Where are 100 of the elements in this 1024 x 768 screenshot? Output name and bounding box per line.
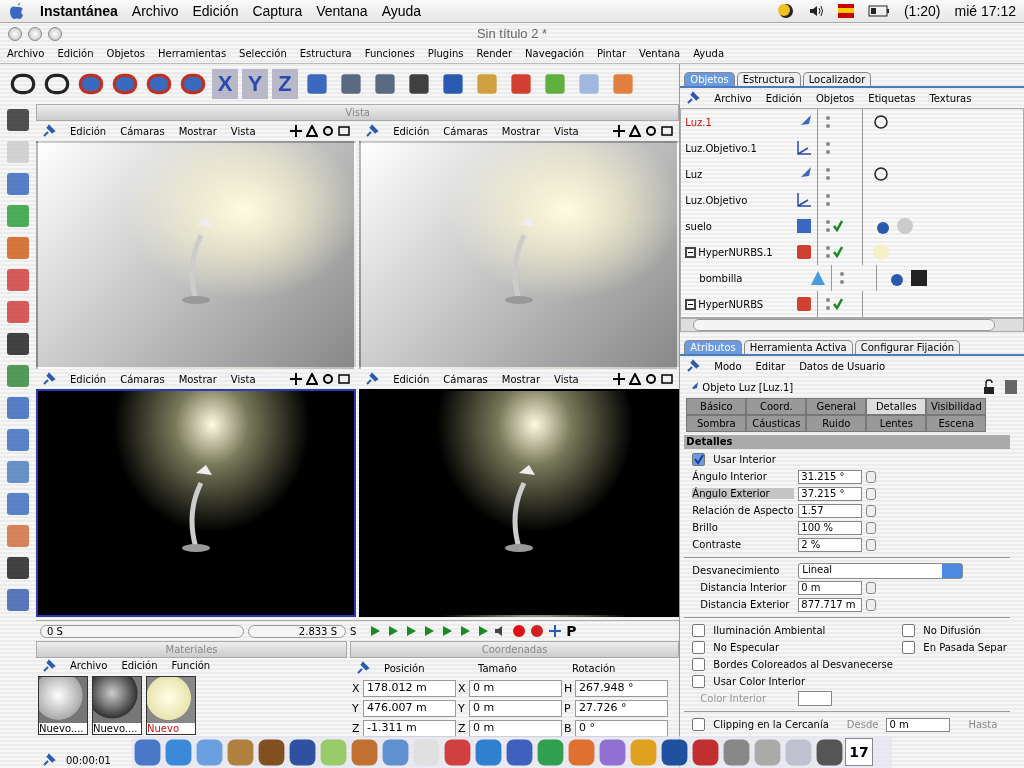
menu-item[interactable]: Cámaras: [443, 125, 488, 137]
checkbox[interactable]: [692, 641, 706, 654]
check-icon[interactable]: [833, 220, 844, 232]
tab[interactable]: Lentes: [866, 415, 927, 432]
tab[interactable]: Estructura: [736, 72, 801, 86]
menu-item[interactable]: Función: [171, 660, 211, 672]
stepper-icon[interactable]: [866, 470, 877, 483]
menu-item[interactable]: Edición: [121, 660, 158, 672]
maximize-icon[interactable]: [661, 373, 674, 385]
battery-icon[interactable]: [867, 3, 890, 19]
tab[interactable]: Configurar Fijación: [854, 340, 961, 354]
coordinate-field[interactable]: 27.726 °: [575, 699, 668, 717]
menu-item[interactable]: Vista: [230, 125, 256, 137]
stepper-icon[interactable]: [866, 504, 877, 517]
material-name[interactable]: Nuevo....: [39, 722, 87, 734]
triangle-icon[interactable]: [306, 125, 319, 137]
tab[interactable]: General: [806, 398, 867, 415]
checkbox[interactable]: [692, 675, 706, 688]
material-name[interactable]: Nuevo....: [93, 722, 141, 734]
menu-item[interactable]: Vista: [230, 373, 256, 385]
field-label[interactable]: Ángulo Exterior: [692, 488, 795, 499]
move-icon[interactable]: [548, 624, 563, 638]
coordinate-field[interactable]: -1.311 m: [363, 719, 456, 737]
tab[interactable]: Visibilidad: [926, 398, 987, 415]
tool-letter[interactable]: P: [566, 623, 577, 639]
render-viewport[interactable]: [36, 389, 357, 617]
stepper-icon[interactable]: [866, 521, 877, 534]
menu-item[interactable]: Pintar: [597, 47, 627, 59]
menu-item[interactable]: Texturas: [929, 92, 972, 104]
scroll-thumb[interactable]: [693, 319, 996, 331]
pin-icon[interactable]: [42, 124, 56, 138]
padlock-icon[interactable]: [982, 379, 996, 395]
menu-item[interactable]: Edición: [765, 92, 802, 104]
material-name[interactable]: Nuevo: [147, 722, 195, 734]
object-name[interactable]: Luz.Objetivo: [685, 194, 748, 206]
number-field[interactable]: 0 m: [886, 717, 951, 732]
menu-item[interactable]: Selección: [239, 47, 287, 59]
menu-item[interactable]: Edición: [393, 373, 430, 385]
menu-item[interactable]: Mostrar: [501, 373, 540, 385]
checkbox[interactable]: [692, 658, 706, 671]
number-field[interactable]: 100 %: [798, 520, 863, 535]
menu-item[interactable]: Etiquetas: [868, 92, 916, 104]
menu-item[interactable]: Ayuda: [381, 3, 422, 19]
window-control-icon[interactable]: [28, 27, 42, 41]
menu-item[interactable]: Archivo: [70, 660, 108, 672]
coordinate-field[interactable]: 0 m: [469, 699, 562, 717]
menu-item[interactable]: Edición: [70, 373, 107, 385]
time-start-field[interactable]: 0 S: [40, 624, 244, 638]
menu-item[interactable]: Vista: [554, 125, 579, 137]
tab[interactable]: Detalles: [866, 398, 927, 415]
menu-item[interactable]: Objetos: [815, 92, 855, 104]
pin-icon[interactable]: [356, 661, 370, 675]
current-time-field[interactable]: 2.833 S: [248, 624, 346, 638]
moon-icon[interactable]: [777, 3, 794, 19]
menu-item[interactable]: Edición: [70, 125, 107, 137]
menu-item[interactable]: Mostrar: [178, 125, 217, 137]
menu-item[interactable]: Render: [476, 47, 513, 59]
tab[interactable]: Escena: [926, 415, 987, 432]
record-icon[interactable]: [512, 624, 527, 638]
menu-item[interactable]: Archivo: [7, 47, 45, 59]
tab[interactable]: Herramienta Activa: [743, 340, 853, 354]
stepper-icon[interactable]: [866, 487, 877, 500]
menu-item[interactable]: Ventana: [316, 3, 368, 19]
axis-lock-button[interactable]: X: [212, 69, 238, 99]
menu-item[interactable]: Herramientas: [158, 47, 227, 59]
triangle-icon[interactable]: [306, 373, 319, 385]
app-name[interactable]: Instantánea: [40, 3, 118, 19]
maximize-icon[interactable]: [661, 125, 674, 137]
number-field[interactable]: 37.215 °: [798, 486, 863, 501]
clock[interactable]: mié 17:12: [954, 3, 1016, 19]
object-name[interactable]: Luz.Objetivo.1: [685, 142, 757, 154]
tab[interactable]: Ruido: [806, 415, 867, 432]
color-swatch[interactable]: [798, 691, 833, 706]
number-field[interactable]: 2 %: [798, 537, 863, 552]
pin-icon[interactable]: [42, 372, 56, 386]
move-icon[interactable]: [290, 373, 303, 385]
menu-item[interactable]: Plugins: [427, 47, 464, 59]
apple-logo-icon[interactable]: [8, 2, 26, 20]
coordinate-field[interactable]: 476.007 m: [363, 699, 456, 717]
menu-item[interactable]: Navegación: [525, 47, 584, 59]
number-field[interactable]: 1.57: [798, 503, 863, 518]
menu-item[interactable]: Edición: [57, 47, 94, 59]
menu-item[interactable]: Edición: [192, 3, 239, 19]
menu-item[interactable]: Modo: [714, 360, 742, 372]
menu-item[interactable]: Objetos: [106, 47, 145, 59]
menu-item[interactable]: Cámaras: [443, 373, 488, 385]
collapse-toggle-icon[interactable]: [685, 246, 697, 258]
stepper-icon[interactable]: [866, 598, 877, 611]
tab[interactable]: Localizador: [802, 72, 872, 86]
tab[interactable]: Básico: [686, 398, 747, 415]
menu-item[interactable]: Ventana: [639, 47, 681, 59]
maximize-icon[interactable]: [338, 125, 351, 137]
menu-item[interactable]: Captura: [252, 3, 303, 19]
object-name[interactable]: suelo: [685, 220, 712, 232]
object-name[interactable]: HyperNURBS.1: [698, 246, 773, 258]
menu-item[interactable]: Estructura: [299, 47, 352, 59]
check-icon[interactable]: [833, 298, 844, 310]
maximize-icon[interactable]: [338, 373, 351, 385]
checkbox[interactable]: [692, 718, 706, 731]
coordinate-field[interactable]: 267.948 °: [575, 679, 668, 697]
